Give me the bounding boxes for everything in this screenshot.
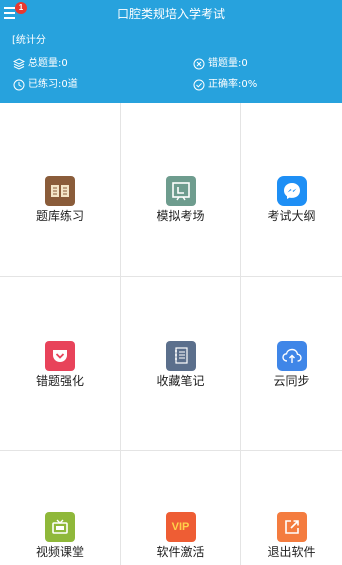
vip-icon: VIP	[165, 512, 196, 542]
stats-heading: [统计分	[12, 35, 46, 46]
grid-item-label: 考试大纲	[267, 209, 316, 223]
circle-x-icon	[193, 58, 205, 70]
grid-item-activate-software[interactable]: VIP 软件激活	[121, 451, 241, 565]
circle-check-icon	[193, 79, 205, 91]
grid-item-cloud-sync[interactable]: 云同步	[241, 277, 342, 451]
grid-item-label: 模拟考场	[156, 209, 205, 223]
grid-item-label: 题库练习	[35, 209, 84, 223]
grid-item-label: 收藏笔记	[156, 374, 205, 388]
grid-item-syllabus[interactable]: 考试大纲	[241, 103, 342, 277]
grid-item-favorites-notes[interactable]: 收藏笔记	[121, 277, 241, 451]
notebook-icon	[165, 341, 196, 371]
tv-icon	[45, 512, 75, 542]
grid-item-wrong-questions[interactable]: 错题强化	[0, 277, 121, 451]
stat-wrong-questions: 错题量:0	[193, 57, 248, 71]
grid-item-label: 错题强化	[35, 374, 84, 388]
pocket-icon	[45, 341, 75, 371]
stat-practiced-text: 已练习:0道	[28, 79, 78, 90]
grid-item-mock-exam[interactable]: 模拟考场	[121, 103, 241, 277]
stat-practiced: 已练习:0道	[13, 78, 78, 92]
grid-item-label: 云同步	[273, 374, 310, 388]
stat-total-questions: 总题量:0	[13, 57, 68, 71]
stat-wrong-questions-text: 错题量:0	[208, 58, 248, 69]
open-book-icon	[45, 176, 75, 206]
stat-accuracy-text: 正确率:0%	[208, 79, 258, 90]
exam-board-icon	[165, 176, 196, 206]
cloud-upload-icon	[276, 341, 307, 371]
stat-accuracy: 正确率:0%	[193, 78, 257, 92]
vip-icon-text: VIP	[171, 521, 190, 533]
clock-icon	[13, 79, 25, 91]
grid-item-video-class[interactable]: 视频课堂	[0, 451, 121, 565]
layers-icon	[13, 58, 25, 70]
grid-item-question-bank[interactable]: 题库练习	[0, 103, 121, 277]
page-title: 口腔类规培入学考试	[116, 7, 225, 21]
exit-icon	[276, 512, 307, 542]
stat-total-questions-text: 总题量:0	[28, 58, 68, 69]
grid-item-exit-software[interactable]: 退出软件	[241, 451, 342, 565]
messenger-icon	[276, 176, 307, 206]
grid-item-label: 软件激活	[156, 545, 205, 559]
feature-grid: 题库练习 模拟考场 考试大纲 错题强化 收藏笔记 云同步 视频课堂 VIP 软件…	[0, 103, 342, 565]
grid-item-label: 退出软件	[267, 545, 316, 559]
grid-item-label: 视频课堂	[35, 545, 84, 559]
app-header: 1 口腔类规培入学考试 [统计分 总题量:0 错题量:0 已练习:0道 正确率:…	[0, 0, 342, 103]
